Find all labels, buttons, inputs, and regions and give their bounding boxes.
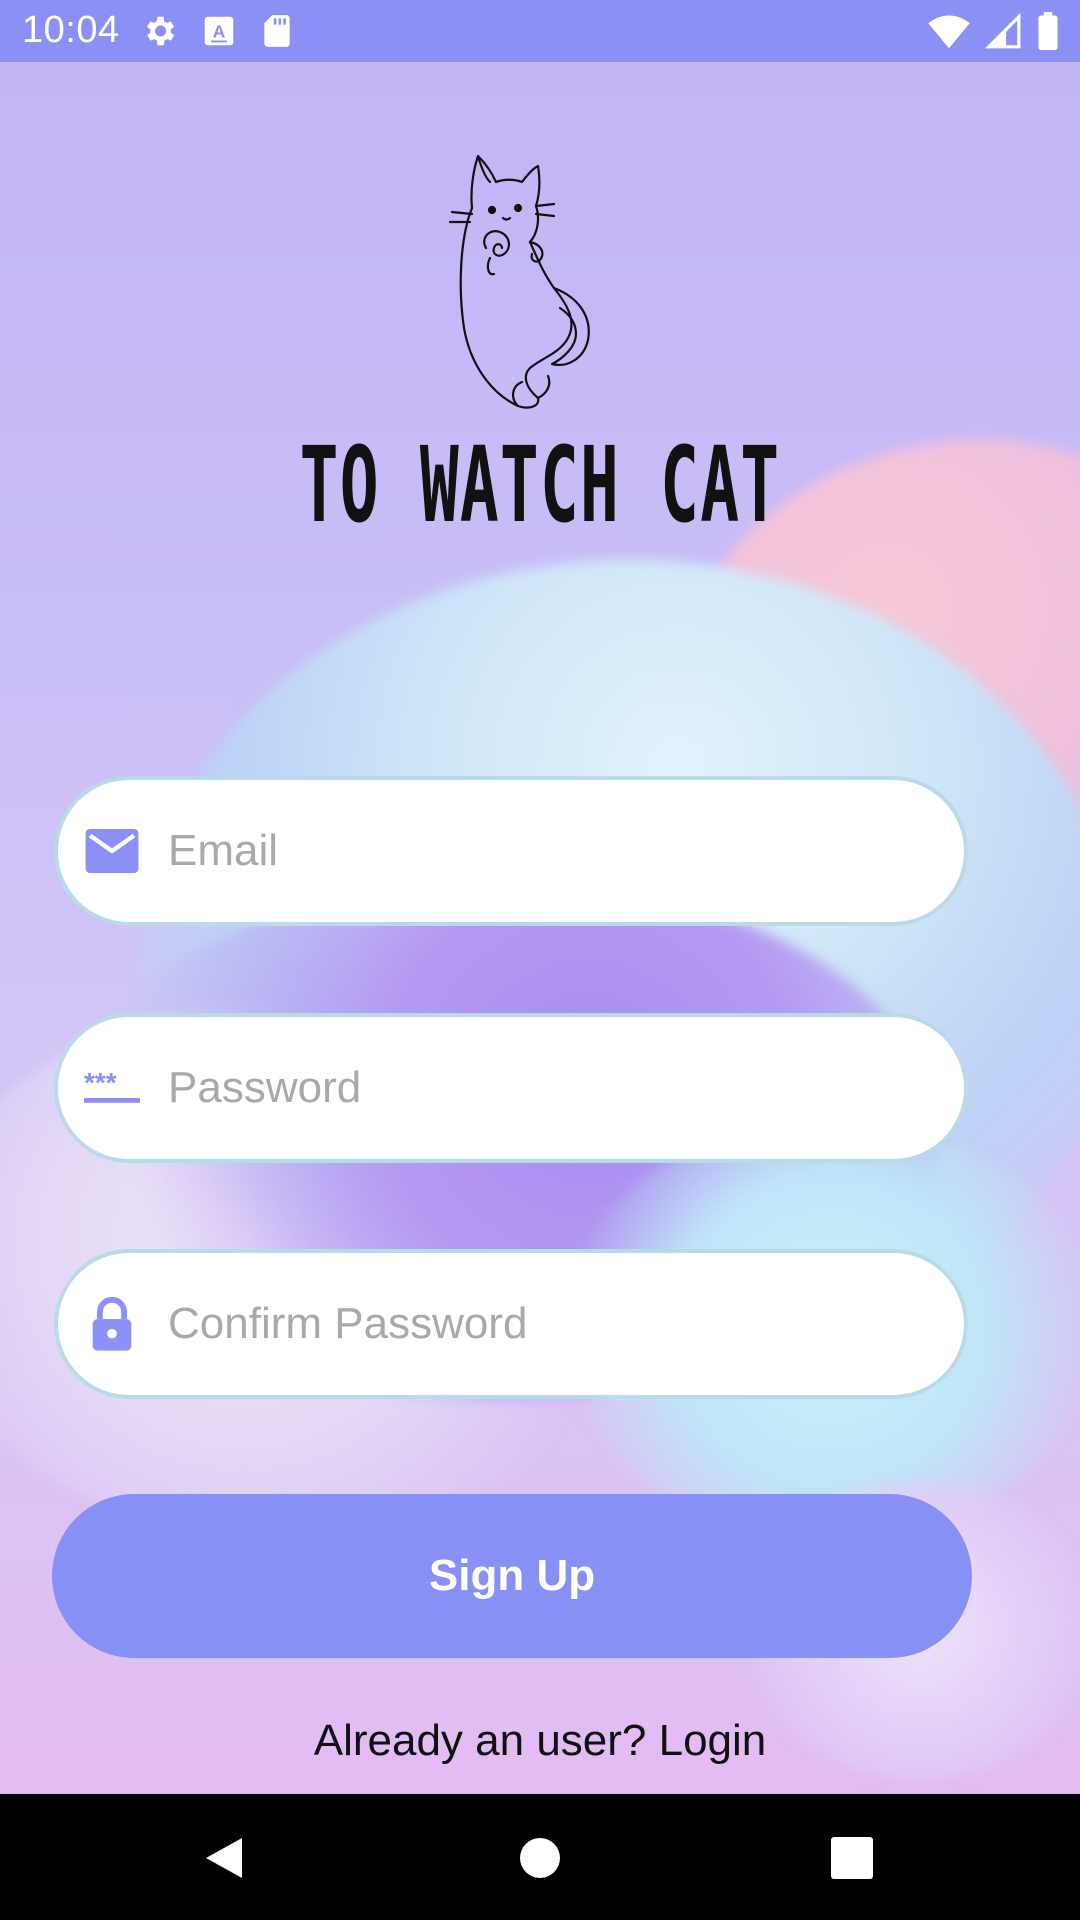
cell-signal-icon bbox=[984, 12, 1022, 55]
password-field[interactable]: *** bbox=[54, 1013, 968, 1163]
home-icon[interactable] bbox=[512, 1830, 568, 1886]
status-right-icons bbox=[928, 12, 1060, 55]
email-input[interactable] bbox=[166, 780, 934, 922]
signup-screen: 10:04 A TO WATCH CAT Email *** Sign Up A… bbox=[0, 0, 1080, 1920]
app-title: TO WATCH CAT bbox=[299, 424, 781, 546]
svg-text:A: A bbox=[213, 21, 226, 41]
confirm-password-field[interactable] bbox=[54, 1249, 968, 1399]
login-link[interactable]: Already an user? Login bbox=[0, 1716, 1080, 1766]
mail-icon bbox=[82, 821, 142, 881]
confirm-password-input[interactable] bbox=[166, 1253, 934, 1395]
battery-icon bbox=[1036, 12, 1060, 55]
status-bar: 10:04 A bbox=[0, 0, 1080, 62]
password-input[interactable] bbox=[166, 1017, 934, 1159]
email-field[interactable] bbox=[54, 776, 968, 926]
sd-card-icon bbox=[258, 12, 296, 50]
sign-up-button[interactable]: Sign Up bbox=[52, 1494, 972, 1658]
svg-text:***: *** bbox=[84, 1068, 117, 1098]
password-icon: *** bbox=[82, 1058, 142, 1118]
navigation-bar bbox=[0, 1794, 1080, 1920]
settings-icon bbox=[140, 12, 178, 50]
status-time: 10:04 bbox=[22, 9, 120, 51]
lock-icon bbox=[82, 1294, 142, 1354]
wifi-icon bbox=[928, 12, 970, 55]
recents-icon[interactable] bbox=[824, 1830, 880, 1886]
cat-logo-icon bbox=[430, 148, 650, 418]
keyboard-a-icon: A bbox=[200, 12, 238, 50]
back-icon[interactable] bbox=[196, 1830, 252, 1886]
